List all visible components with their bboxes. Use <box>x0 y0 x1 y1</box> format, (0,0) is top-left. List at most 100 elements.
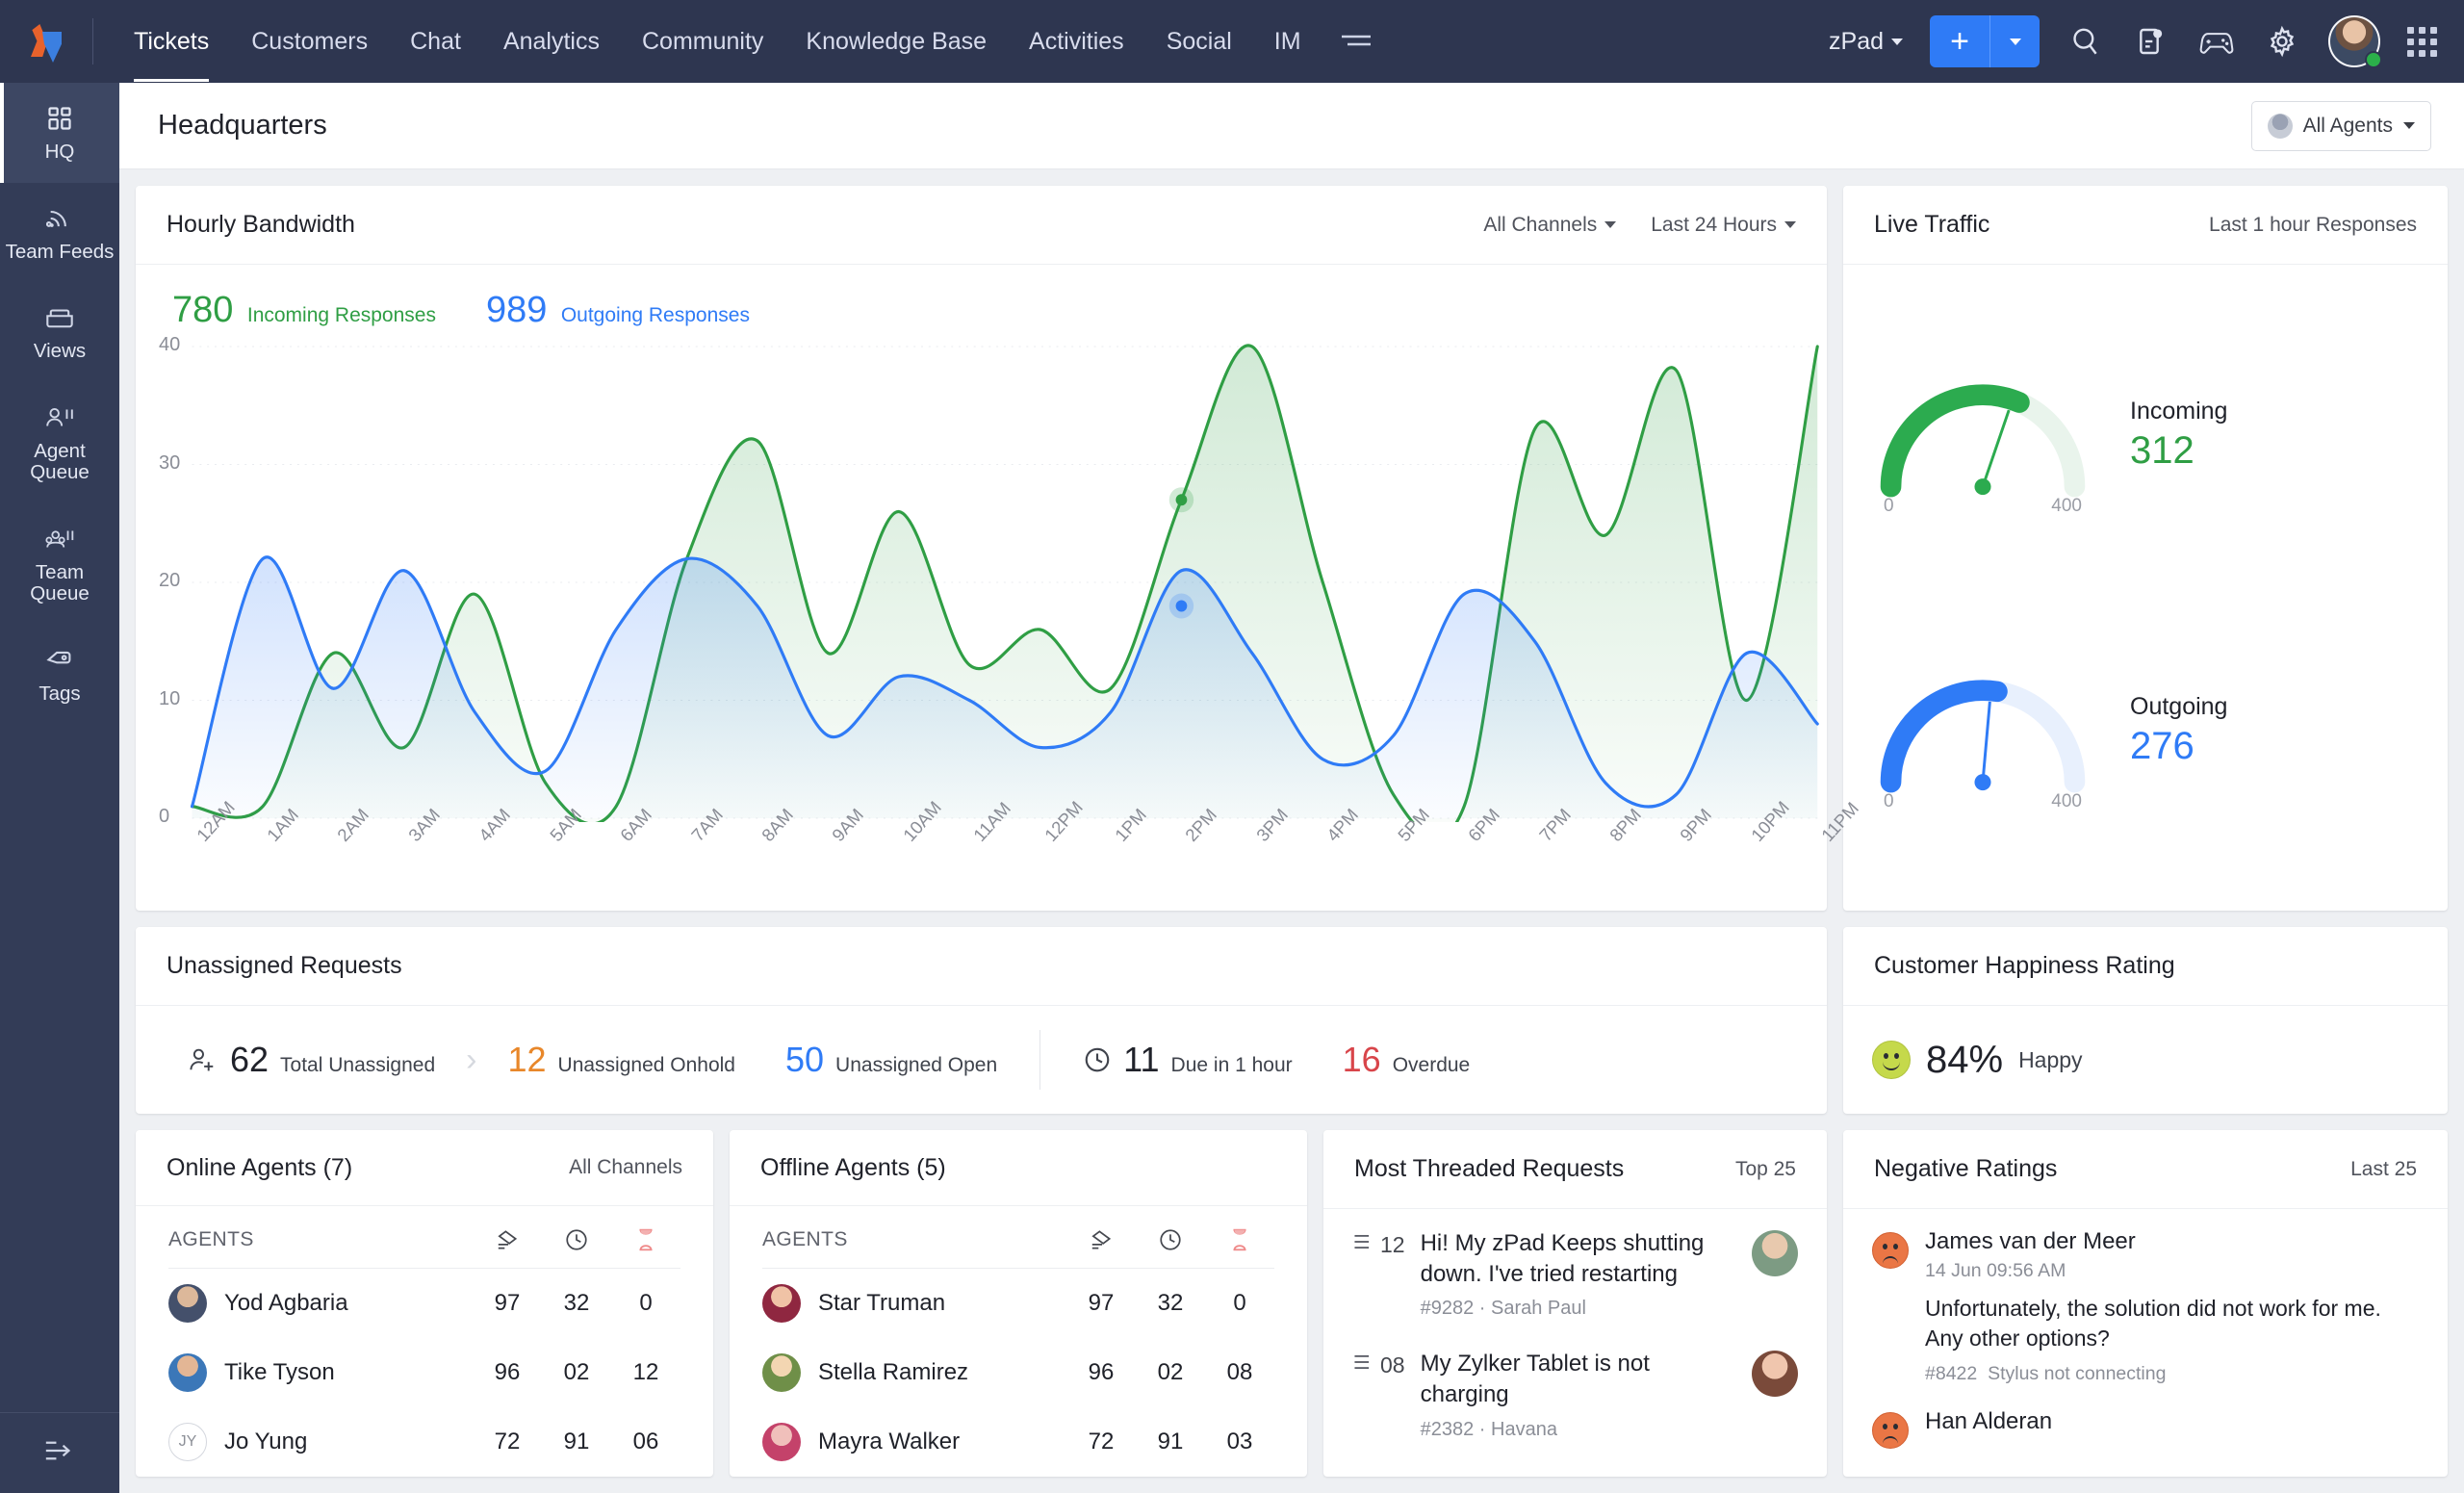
chevron-down-icon <box>2009 38 2021 45</box>
table-row[interactable]: Mayra Walker 72 91 03 <box>730 1407 1307 1477</box>
sidebar-item-team-feeds[interactable]: Team Feeds <box>0 183 119 283</box>
agents-col-label: AGENTS <box>168 1228 254 1251</box>
sidebar-item-hq[interactable]: HQ <box>0 83 119 183</box>
sidebar-collapse-button[interactable] <box>0 1412 119 1493</box>
agent-tickets: 72 <box>1088 1429 1115 1454</box>
zylker-logo-icon <box>25 20 67 63</box>
left-sidebar: HQ Team Feeds Views Agent Queue Team Que… <box>0 83 119 1493</box>
card-header: Most Threaded Requests Top 25 <box>1323 1130 1827 1209</box>
gauge-label: Outgoing <box>2130 692 2228 720</box>
agent-pending: 0 <box>639 1290 653 1316</box>
gear-icon[interactable] <box>2263 22 2301 61</box>
gauge-outgoing: 0 400 Outgoing 276 <box>1843 649 2448 812</box>
happiness-body: 84% Happy <box>1843 1006 2448 1114</box>
dashboard-row-1: Hourly Bandwidth All Channels Last 24 Ho… <box>136 186 2448 911</box>
sidebar-item-agent-queue[interactable]: Agent Queue <box>0 382 119 503</box>
clock-icon <box>1083 1045 1112 1074</box>
nav-item-chat[interactable]: Chat <box>389 18 482 64</box>
game-controller-icon[interactable] <box>2197 22 2236 61</box>
new-button-group[interactable]: + <box>1930 15 2040 67</box>
y-tick-label: 30 <box>159 451 181 474</box>
table-row[interactable]: Tike Tyson 96 02 12 <box>136 1338 713 1407</box>
card-title: Most Threaded Requests <box>1354 1155 1625 1182</box>
metric-overdue[interactable]: 16 Overdue <box>1318 1040 1496 1080</box>
legend-incoming: 780 Incoming Responses <box>172 290 436 331</box>
add-new-dropdown-button[interactable] <box>1989 15 2040 67</box>
agents-column-header: AGENTS <box>136 1206 713 1268</box>
time-range-dropdown[interactable]: Last 24 Hours <box>1651 214 1796 237</box>
user-avatar[interactable] <box>2328 15 2382 68</box>
nav-item-social[interactable]: Social <box>1145 18 1253 64</box>
chevron-down-icon <box>1891 38 1903 45</box>
chevron-down-icon <box>1604 221 1617 228</box>
rss-feed-icon <box>4 204 116 233</box>
add-new-button[interactable]: + <box>1930 15 1989 67</box>
avatar <box>762 1353 801 1392</box>
nav-item-customers[interactable]: Customers <box>230 18 389 64</box>
search-icon[interactable] <box>2066 22 2105 61</box>
gauge-arc-outgoing <box>1880 680 2086 793</box>
agent-name: Tike Tyson <box>224 1359 335 1385</box>
table-row[interactable]: Yod Agbaria 97 32 0 <box>136 1269 713 1338</box>
list-item[interactable]: James van der Meer 14 Jun 09:56 AM Unfor… <box>1843 1209 2448 1389</box>
metric-due-in-1-hour[interactable]: 11 Due in 1 hour <box>1058 1040 1317 1080</box>
agent-pending: 12 <box>632 1359 659 1385</box>
list-item[interactable]: 08 My Zylker Tablet is not charging #238… <box>1323 1329 1827 1450</box>
negative-ticket-id: #8422 <box>1925 1362 1978 1384</box>
agent-tickets: 96 <box>1088 1359 1115 1385</box>
metric-unassigned-open[interactable]: 50 Unassigned Open <box>760 1040 1022 1080</box>
negative-meta: #8422 Stylus not connecting <box>1925 1363 2419 1385</box>
list-item[interactable]: 12 Hi! My zPad Keeps shutting down. I've… <box>1323 1209 1827 1329</box>
card-title: Negative Ratings <box>1874 1155 2058 1182</box>
table-row[interactable]: Stella Ramirez 96 02 08 <box>730 1338 1307 1407</box>
agent-filter-dropdown[interactable]: All Agents <box>2250 100 2431 151</box>
threaded-filter[interactable]: Top 25 <box>1735 1158 1796 1181</box>
app-logo[interactable] <box>0 20 92 63</box>
sidebar-item-label: HQ <box>44 141 75 163</box>
sidebar-item-tags[interactable]: Tags <box>0 625 119 725</box>
avatar <box>168 1353 207 1392</box>
nav-item-tickets[interactable]: Tickets <box>113 18 230 82</box>
card-title: Offline Agents (5) <box>760 1153 946 1181</box>
table-row[interactable]: Star Truman 97 32 0 <box>730 1269 1307 1338</box>
metric-value: 16 <box>1342 1040 1381 1079</box>
unassigned-requests-card: Unassigned Requests 62 Total Unassigned … <box>136 927 1827 1114</box>
thread-subject: Hi! My zPad Keeps shutting down. I've tr… <box>1420 1230 1705 1288</box>
metric-label: Due in 1 hour <box>1170 1054 1293 1076</box>
agent-pending: 0 <box>1233 1290 1246 1316</box>
y-tick-label: 10 <box>159 687 181 709</box>
hamburger-icon[interactable] <box>1340 28 1373 55</box>
chart-svg <box>191 344 1819 822</box>
y-tick-label: 20 <box>159 570 181 591</box>
list-item[interactable]: Han Alderan <box>1843 1389 2448 1453</box>
avatar <box>168 1284 207 1323</box>
top-right-actions: zPad + <box>1829 15 2437 68</box>
nav-item-analytics[interactable]: Analytics <box>482 18 621 64</box>
nav-item-knowledge-base[interactable]: Knowledge Base <box>784 18 1008 64</box>
most-threaded-requests-card: Most Threaded Requests Top 25 12 Hi! My … <box>1323 1130 1827 1477</box>
notes-icon[interactable] <box>2132 22 2170 61</box>
channel-filter-dropdown[interactable]: All Channels <box>1483 214 1617 237</box>
online-agents-filter[interactable]: All Channels <box>569 1156 682 1179</box>
sidebar-item-views[interactable]: Views <box>0 282 119 382</box>
negative-filter[interactable]: Last 25 <box>2350 1158 2417 1181</box>
metric-total-unassigned[interactable]: 62 Total Unassigned <box>163 1040 460 1080</box>
chevron-down-icon <box>2403 122 2415 129</box>
card-header: Offline Agents (5) <box>730 1130 1307 1207</box>
gauge-info: Outgoing 276 <box>2113 693 2227 768</box>
app-body: HQ Team Feeds Views Agent Queue Team Que… <box>0 83 2464 1493</box>
area-chart[interactable]: 0 10 20 30 40 <box>136 334 1827 827</box>
nav-item-im[interactable]: IM <box>1253 18 1322 64</box>
metric-unassigned-onhold[interactable]: 12 Unassigned Onhold <box>482 1040 760 1080</box>
sidebar-item-team-queue[interactable]: Team Queue <box>0 503 119 625</box>
nav-item-community[interactable]: Community <box>621 18 784 64</box>
department-selector[interactable]: zPad <box>1829 28 1903 56</box>
agent-time: 02 <box>1157 1359 1184 1385</box>
apps-grid-icon[interactable] <box>2407 26 2437 57</box>
nav-item-activities[interactable]: Activities <box>1008 18 1145 64</box>
table-row[interactable]: JY Jo Yung 72 91 06 <box>136 1407 713 1477</box>
thread-ticket-id: #9282 <box>1420 1298 1475 1320</box>
dashboard-content: Hourly Bandwidth All Channels Last 24 Ho… <box>119 169 2464 1493</box>
sidebar-item-label: Agent Queue <box>30 439 90 484</box>
agent-time: 91 <box>563 1429 590 1454</box>
